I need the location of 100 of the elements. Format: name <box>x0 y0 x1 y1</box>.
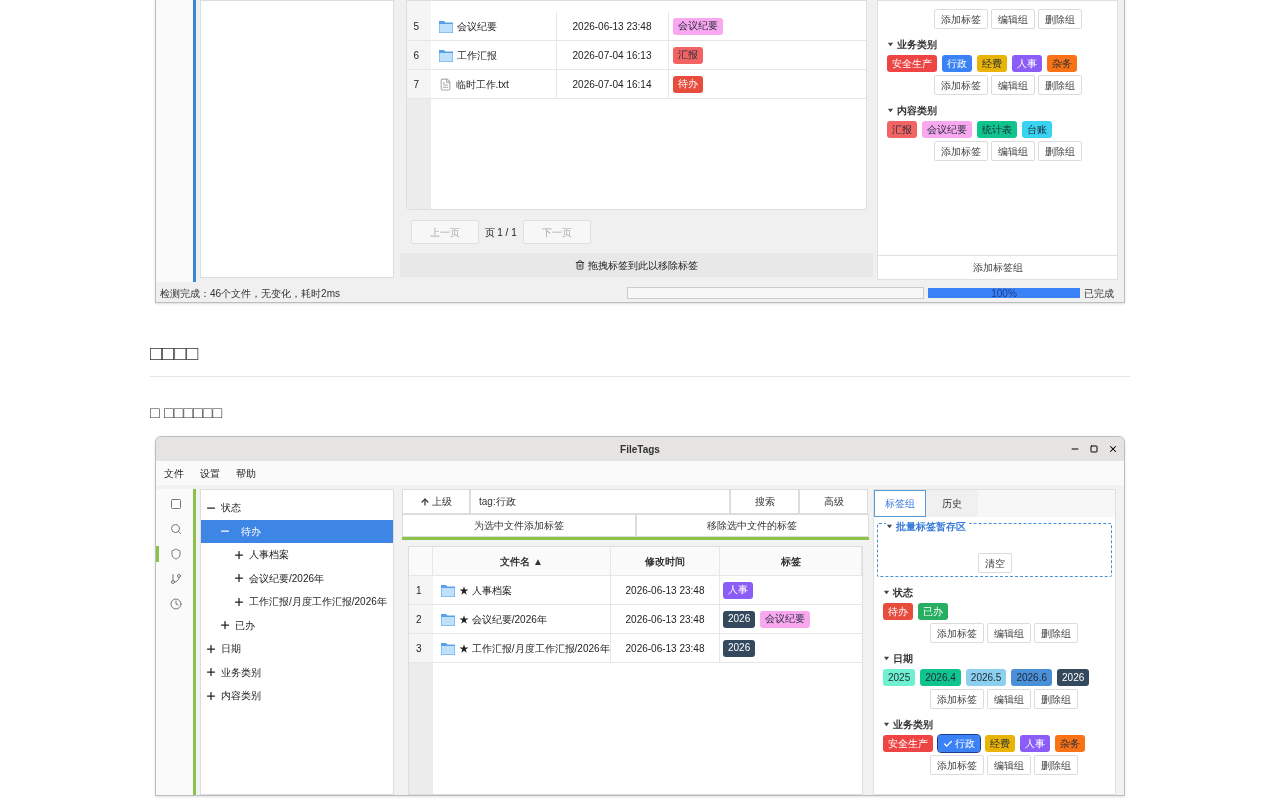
caret-icon <box>886 523 893 530</box>
tag-chip[interactable]: 杂务 <box>1055 735 1085 752</box>
tree-item[interactable]: 已办 <box>201 613 393 637</box>
clear-button[interactable]: 清空 <box>977 553 1012 573</box>
menu-item[interactable]: 设置 <box>200 465 220 481</box>
caret-icon <box>883 721 890 728</box>
tag-chip[interactable]: 行政 <box>942 55 973 72</box>
branch-icon <box>170 573 182 585</box>
tag-chip[interactable]: 2026 <box>1057 669 1090 686</box>
tag-chip[interactable]: 安全生产 <box>883 735 933 752</box>
add-tag-button[interactable]: 添加标签 <box>930 689 984 709</box>
tag-chip[interactable]: 会议纪要 <box>760 610 811 628</box>
staging-title: 批量标签暂存区 <box>896 520 966 534</box>
tag-chip[interactable]: 会议纪要 <box>922 121 973 138</box>
add-tag-button[interactable]: 添加标签 <box>930 755 984 775</box>
edit-group-button[interactable]: 编辑组 <box>991 141 1036 161</box>
group-title: 业务类别 <box>897 38 938 52</box>
tag-chip[interactable]: 经费 <box>977 55 1008 72</box>
caret-icon <box>883 589 890 596</box>
group-title: 业务类别 <box>893 718 933 732</box>
menu-item[interactable]: 文件 <box>164 465 184 481</box>
edit-group-button[interactable]: 编辑组 <box>987 755 1031 775</box>
column-header[interactable]: 标签 <box>720 547 862 575</box>
expand-icon[interactable] <box>219 619 231 632</box>
add-tag-button[interactable]: 添加标签 <box>930 623 984 643</box>
tree-item[interactable]: 会议纪要/2026年 <box>201 566 393 590</box>
tree-item[interactable]: 内容类别 <box>201 684 393 708</box>
add-tag-button[interactable]: 添加标签 <box>934 75 989 95</box>
modified-time: 2026-07-04 16:13 <box>556 41 669 69</box>
tree-item[interactable]: 日期 <box>201 637 393 661</box>
file-name: ★ 人事档案 <box>459 583 512 598</box>
expand-icon[interactable] <box>205 642 217 655</box>
tag-chip[interactable]: 经费 <box>985 735 1015 752</box>
progress-state: 已完成 <box>1084 286 1114 301</box>
tag-chip[interactable]: 台账 <box>1022 121 1053 138</box>
tree-item[interactable]: 业务类别 <box>201 660 393 684</box>
search-button[interactable]: 搜索 <box>730 489 799 514</box>
panel-tab[interactable]: 标签组 <box>874 490 926 517</box>
tag-chip[interactable]: 2026.4 <box>920 669 961 686</box>
maximize-icon[interactable] <box>1090 445 1098 453</box>
delete-group-button[interactable]: 删除组 <box>1034 755 1078 775</box>
expand-icon[interactable] <box>233 548 245 561</box>
tag-chip[interactable]: 汇报 <box>887 121 918 138</box>
delete-group-button[interactable]: 删除组 <box>1038 9 1083 29</box>
up-arrow-icon <box>420 496 430 507</box>
menu-item[interactable]: 帮助 <box>236 465 256 481</box>
tag-chip[interactable]: 杂务 <box>1047 55 1078 72</box>
delete-group-button[interactable]: 删除组 <box>1034 689 1078 709</box>
row-number: 5 <box>406 12 431 40</box>
edit-group-button[interactable]: 编辑组 <box>991 75 1036 95</box>
drop-zone[interactable]: 拖拽标签到此以移除标签 <box>399 253 874 277</box>
delete-group-button[interactable]: 删除组 <box>1038 141 1083 161</box>
tree-item[interactable]: 状态 <box>201 496 393 520</box>
caption-text: □ □□□□□□ <box>150 403 224 423</box>
modified-time: 2026-06-13 23:48 <box>611 576 720 604</box>
remove-tags-button[interactable]: 移除选中文件的标签 <box>635 514 869 537</box>
expand-icon[interactable] <box>233 595 245 608</box>
row-number: 1 <box>409 576 433 604</box>
expand-icon[interactable] <box>205 689 217 702</box>
panel-tab[interactable]: 历史 <box>926 490 978 517</box>
add-tags-button[interactable]: 为选中文件添加标签 <box>402 514 636 537</box>
tag-chip[interactable]: 人事 <box>1020 735 1050 752</box>
add-tag-button[interactable]: 添加标签 <box>934 9 989 29</box>
tag-chip[interactable]: 安全生产 <box>887 55 938 72</box>
advanced-button[interactable]: 高级 <box>799 489 868 514</box>
search-icon <box>170 523 182 535</box>
tag-chip[interactable]: 待办 <box>883 603 913 620</box>
tag-chip[interactable]: 2026 <box>723 610 756 628</box>
edit-group-button[interactable]: 编辑组 <box>987 689 1031 709</box>
tag-chip[interactable]: 2025 <box>883 669 916 686</box>
column-header[interactable]: 文件名 ▲ <box>433 547 611 575</box>
column-header[interactable]: 修改时间 <box>611 547 720 575</box>
tag-chip[interactable]: 人事 <box>1012 55 1043 72</box>
tree-item[interactable]: 待办 <box>201 519 393 543</box>
add-tag-button[interactable]: 添加标签 <box>934 141 989 161</box>
edit-group-button[interactable]: 编辑组 <box>991 9 1036 29</box>
progress-reading: 100% <box>990 288 1018 298</box>
edit-group-button[interactable]: 编辑组 <box>987 623 1031 643</box>
close-icon[interactable] <box>1108 444 1118 454</box>
delete-group-button[interactable]: 删除组 <box>1034 623 1078 643</box>
tag-chip[interactable]: 2026.6 <box>1011 669 1053 686</box>
tag-chip[interactable]: 人事 <box>723 581 753 599</box>
caret-icon <box>887 107 895 114</box>
tag-chip[interactable]: 2026.5 <box>965 669 1007 686</box>
tag-chip[interactable]: 行政 <box>938 735 980 752</box>
search-field[interactable]: tag:行政 <box>470 489 730 514</box>
tag-chip[interactable]: 统计表 <box>977 121 1018 138</box>
file-name: 工作汇报 <box>456 48 497 63</box>
expand-icon[interactable] <box>205 666 217 679</box>
tree-item[interactable]: 工作汇报/月度工作汇报/2026年 <box>201 590 393 614</box>
add-group-button[interactable]: 添加标签组 <box>878 255 1117 279</box>
tree-item[interactable]: 人事档案 <box>201 543 393 567</box>
tag-chip[interactable]: 2026 <box>723 639 756 657</box>
tag-chip[interactable]: 汇报 <box>672 46 703 64</box>
tag-chip[interactable]: 会议纪要 <box>672 17 723 35</box>
delete-group-button[interactable]: 删除组 <box>1038 75 1083 95</box>
expand-icon[interactable] <box>233 572 245 585</box>
up-button[interactable]: 上级 <box>402 489 470 514</box>
tag-chip[interactable]: 待办 <box>672 75 703 93</box>
row-number: 6 <box>406 41 431 69</box>
